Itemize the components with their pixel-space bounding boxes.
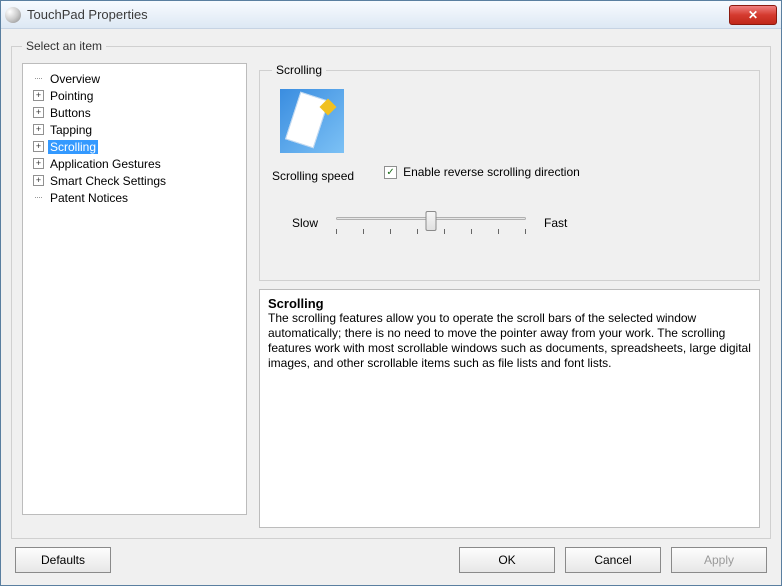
scrolling-group: Scrolling Scrolling speed ✓ Enable rever… bbox=[259, 63, 760, 281]
slider-ticks bbox=[336, 229, 526, 234]
expand-icon[interactable]: + bbox=[33, 90, 44, 101]
right-column: Scrolling Scrolling speed ✓ Enable rever… bbox=[259, 63, 760, 528]
button-row: Defaults OK Cancel Apply bbox=[11, 539, 771, 575]
reverse-scroll-row[interactable]: ✓ Enable reverse scrolling direction bbox=[384, 165, 580, 179]
expand-icon[interactable]: + bbox=[33, 124, 44, 135]
slider-thumb[interactable] bbox=[426, 211, 437, 231]
tree-branch-icon bbox=[33, 73, 44, 84]
tree-panel[interactable]: Overview +Pointing +Buttons +Tapping +Sc… bbox=[22, 63, 247, 515]
slider-slow-label: Slow bbox=[292, 216, 318, 230]
tree-item-buttons[interactable]: +Buttons bbox=[25, 104, 244, 121]
expand-icon[interactable]: + bbox=[33, 158, 44, 169]
defaults-button[interactable]: Defaults bbox=[15, 547, 111, 573]
tree-item-overview[interactable]: Overview bbox=[25, 70, 244, 87]
description-box: Scrolling The scrolling features allow y… bbox=[259, 289, 760, 528]
tree-item-tapping[interactable]: +Tapping bbox=[25, 121, 244, 138]
close-button[interactable]: ✕ bbox=[729, 5, 777, 25]
slider-fast-label: Fast bbox=[544, 216, 567, 230]
tree-item-scrolling[interactable]: +Scrolling bbox=[25, 138, 244, 155]
tree-item-pointing[interactable]: +Pointing bbox=[25, 87, 244, 104]
client-area: Select an item Overview +Pointing +Butto… bbox=[1, 29, 781, 585]
tree: Overview +Pointing +Buttons +Tapping +Sc… bbox=[25, 70, 244, 206]
tree-item-application-gestures[interactable]: +Application Gestures bbox=[25, 155, 244, 172]
reverse-scroll-checkbox[interactable]: ✓ bbox=[384, 166, 397, 179]
expand-icon[interactable]: + bbox=[33, 141, 44, 152]
titlebar[interactable]: TouchPad Properties ✕ bbox=[1, 1, 781, 29]
description-heading: Scrolling bbox=[268, 296, 751, 311]
tree-item-smart-check-settings[interactable]: +Smart Check Settings bbox=[25, 172, 244, 189]
scrolling-illustration bbox=[280, 89, 344, 153]
scrolling-legend: Scrolling bbox=[272, 63, 326, 77]
app-icon bbox=[5, 7, 21, 23]
speed-slider-row: Slow Fast bbox=[272, 211, 747, 235]
scrolling-speed-label: Scrolling speed bbox=[272, 169, 354, 183]
reverse-scroll-label: Enable reverse scrolling direction bbox=[403, 165, 580, 179]
cancel-button[interactable]: Cancel bbox=[565, 547, 661, 573]
select-item-group: Select an item Overview +Pointing +Butto… bbox=[11, 39, 771, 539]
ok-button[interactable]: OK bbox=[459, 547, 555, 573]
speed-slider[interactable] bbox=[336, 211, 526, 235]
apply-button[interactable]: Apply bbox=[671, 547, 767, 573]
tree-branch-icon bbox=[33, 192, 44, 203]
description-body: The scrolling features allow you to oper… bbox=[268, 311, 751, 371]
expand-icon[interactable]: + bbox=[33, 175, 44, 186]
expand-icon[interactable]: + bbox=[33, 107, 44, 118]
window: TouchPad Properties ✕ Select an item Ove… bbox=[0, 0, 782, 586]
select-item-legend: Select an item bbox=[22, 39, 106, 53]
tree-item-patent-notices[interactable]: Patent Notices bbox=[25, 189, 244, 206]
close-icon: ✕ bbox=[748, 8, 758, 22]
window-title: TouchPad Properties bbox=[27, 7, 729, 22]
